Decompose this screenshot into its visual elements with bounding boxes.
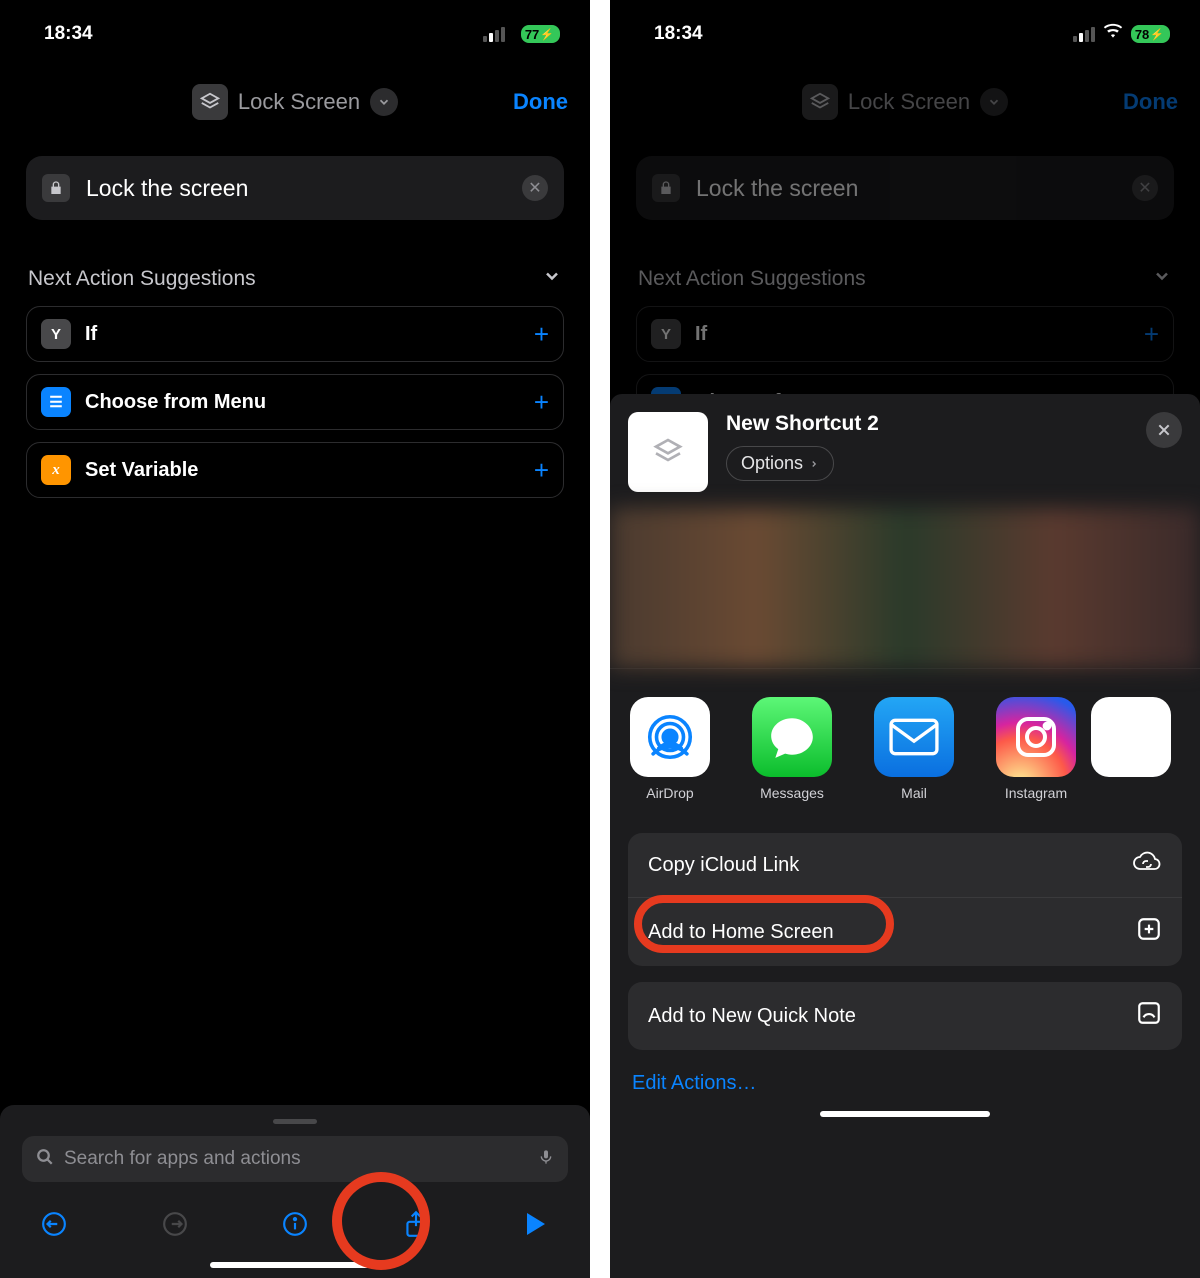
phone-left: 18:34 77⚡ Lock Screen Done Lock the scre… — [0, 0, 590, 1278]
chevron-down-icon — [1152, 266, 1172, 292]
home-indicator[interactable] — [820, 1111, 990, 1117]
chevron-down-icon — [542, 266, 562, 292]
search-icon — [36, 1148, 54, 1171]
battery-indicator: 77⚡ — [521, 25, 560, 43]
more-icon — [1091, 697, 1171, 777]
options-button[interactable]: Options — [726, 446, 834, 481]
share-app-messages[interactable]: Messages — [750, 697, 834, 801]
status-bar: 18:34 78⚡ — [610, 0, 1200, 54]
clock: 18:34 — [44, 23, 93, 45]
cloud-link-icon — [1132, 851, 1162, 879]
suggestion-item[interactable]: x Set Variable + — [26, 442, 564, 498]
share-app-more[interactable] — [1116, 697, 1146, 801]
share-actions-list: Copy iCloud Link Add to Home Screen — [628, 833, 1182, 966]
suggestion-item[interactable]: ☰ Choose from Menu + — [26, 374, 564, 430]
messages-icon — [752, 697, 832, 777]
share-action-add-home[interactable]: Add to Home Screen — [628, 897, 1182, 966]
add-square-icon — [1136, 916, 1162, 948]
chevron-down-icon[interactable] — [370, 88, 398, 116]
status-bar: 18:34 77⚡ — [0, 0, 590, 54]
action-card: Lock the screen ✕ — [636, 156, 1174, 220]
clock: 18:34 — [654, 23, 703, 45]
clear-button[interactable]: ✕ — [522, 175, 548, 201]
search-input[interactable]: Search for apps and actions — [22, 1136, 568, 1182]
suggestions-header: Next Action Suggestions — [610, 266, 1200, 292]
grabber[interactable] — [273, 1119, 317, 1124]
info-button[interactable] — [277, 1206, 313, 1242]
share-app-instagram[interactable]: Instagram — [994, 697, 1078, 801]
battery-indicator: 78⚡ — [1131, 25, 1170, 43]
play-icon — [527, 1213, 545, 1235]
suggestions-list: Y If + ☰ Choose from Menu + x Set Variab… — [0, 292, 590, 498]
share-action-copy-link[interactable]: Copy iCloud Link — [628, 833, 1182, 897]
phone-right: 18:34 78⚡ Lock Screen Done Lock — [610, 0, 1200, 1278]
mail-icon — [874, 697, 954, 777]
note-icon — [1136, 1000, 1162, 1032]
nav-bar: Lock Screen Done — [0, 72, 590, 132]
cellular-icon — [1073, 27, 1095, 42]
variable-icon: x — [41, 455, 71, 485]
apps-row: AirDrop Messages Mail Instagram — [610, 669, 1200, 819]
edit-actions-link[interactable]: Edit Actions… — [632, 1072, 1178, 1095]
toolbar — [0, 1182, 590, 1252]
share-action-quick-note[interactable]: Add to New Quick Note — [628, 982, 1182, 1050]
share-header: New Shortcut 2 Options — [610, 394, 1200, 508]
home-indicator[interactable] — [210, 1262, 380, 1268]
nav-title-group[interactable]: Lock Screen — [192, 84, 398, 120]
airdrop-icon — [630, 697, 710, 777]
suggestion-item[interactable]: Y If + — [26, 306, 564, 362]
share-sheet: New Shortcut 2 Options AirDrop — [610, 394, 1200, 1278]
action-card[interactable]: Lock the screen ✕ — [26, 156, 564, 220]
shortcut-thumbnail — [628, 412, 708, 492]
share-app-airdrop[interactable]: AirDrop — [628, 697, 712, 801]
branch-icon: Y — [651, 319, 681, 349]
redo-button — [157, 1206, 193, 1242]
wifi-icon — [1103, 23, 1123, 45]
done-button[interactable]: Done — [1123, 89, 1178, 115]
run-button[interactable] — [518, 1206, 554, 1242]
suggestions-header[interactable]: Next Action Suggestions — [0, 266, 590, 292]
chevron-down-icon — [980, 88, 1008, 116]
lock-icon — [42, 174, 70, 202]
add-button[interactable]: + — [534, 319, 549, 350]
shortcut-icon — [192, 84, 228, 120]
share-app-mail[interactable]: Mail — [872, 697, 956, 801]
add-button[interactable]: + — [534, 455, 549, 486]
nav-title: Lock Screen — [238, 89, 360, 115]
cellular-icon — [483, 27, 505, 42]
close-button[interactable] — [1146, 412, 1182, 448]
action-label: Lock the screen — [86, 175, 506, 202]
bottom-panel: Search for apps and actions — [0, 1105, 590, 1278]
status-right: 77⚡ — [483, 23, 560, 45]
undo-button[interactable] — [36, 1206, 72, 1242]
instagram-icon — [996, 697, 1076, 777]
branch-icon: Y — [41, 319, 71, 349]
menu-icon: ☰ — [41, 387, 71, 417]
add-button[interactable]: + — [534, 387, 549, 418]
contacts-row[interactable] — [610, 508, 1200, 668]
shortcut-icon — [802, 84, 838, 120]
nav-bar: Lock Screen Done — [610, 72, 1200, 132]
microphone-icon[interactable] — [538, 1147, 554, 1172]
share-button[interactable] — [398, 1206, 434, 1242]
done-button[interactable]: Done — [513, 89, 568, 115]
lock-icon — [652, 174, 680, 202]
clear-button: ✕ — [1132, 175, 1158, 201]
share-actions-list: Add to New Quick Note — [628, 982, 1182, 1050]
suggestion-item: Y If + — [636, 306, 1174, 362]
share-title: New Shortcut 2 — [726, 412, 1128, 436]
status-right: 78⚡ — [1073, 23, 1170, 45]
